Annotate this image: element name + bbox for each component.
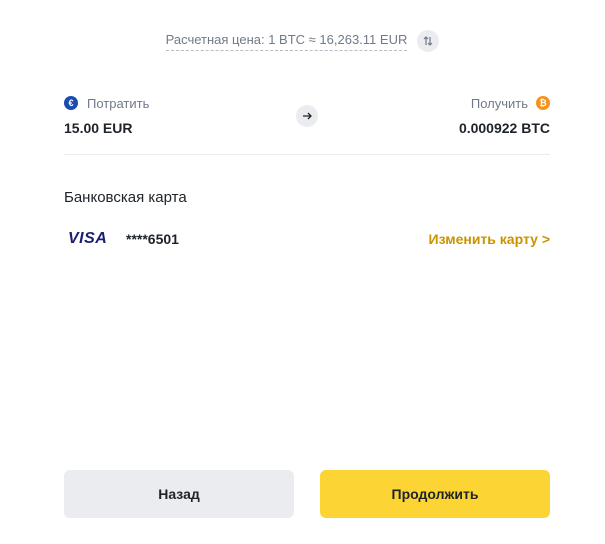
bank-card-row: VISA ****6501 Изменить карту >	[64, 228, 550, 250]
euro-coin-icon: €	[64, 96, 78, 110]
swap-vertical-icon	[423, 36, 433, 46]
visa-logo: VISA	[68, 230, 108, 247]
arrow-right-icon	[303, 112, 312, 120]
spend-label-row: € Потратить	[64, 94, 149, 112]
receive-label-row: Получить ₿	[471, 94, 550, 112]
spend-label: Потратить	[87, 95, 150, 111]
conversion-summary: € Потратить 15.00 EUR Получить ₿ 0.00092…	[64, 92, 550, 155]
estimated-rate-text: Расчетная цена: 1 BTC ≈ 16,263.11 EUR	[165, 32, 408, 51]
swap-rate-button[interactable]	[417, 30, 440, 52]
bank-card-title: Банковская карта	[64, 189, 187, 206]
conversion-arrow	[296, 105, 318, 127]
receive-amount: 0.000922 BTC	[458, 120, 550, 136]
continue-button[interactable]: Продолжить	[320, 470, 550, 518]
back-button[interactable]: Назад	[64, 470, 294, 518]
card-number: ****6501	[126, 231, 179, 247]
bitcoin-coin-icon: ₿	[536, 96, 550, 110]
change-card-link[interactable]: Изменить карту >	[429, 231, 550, 247]
rate-row: Расчетная цена: 1 BTC ≈ 16,263.11 EUR	[0, 30, 605, 52]
receive-label: Получить	[470, 95, 528, 111]
spend-amount: 15.00 EUR	[64, 120, 133, 136]
